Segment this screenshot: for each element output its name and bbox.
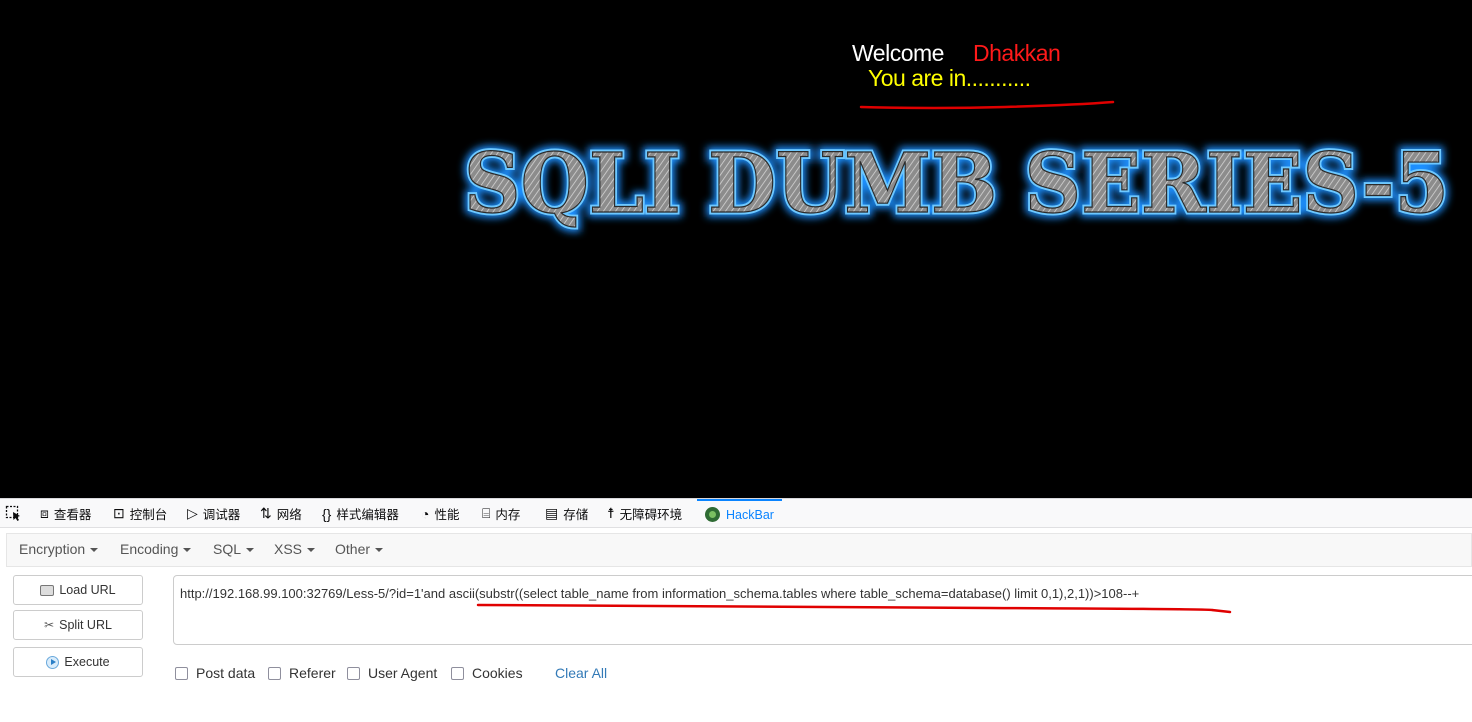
performance-icon: ◔ bbox=[421, 505, 430, 522]
tab-hackbar[interactable]: HackBar bbox=[697, 499, 782, 528]
accessibility-icon: ☨ bbox=[607, 505, 615, 521]
clear-all-link[interactable]: Clear All bbox=[555, 665, 607, 681]
menu-encryption[interactable]: Encryption bbox=[19, 541, 99, 557]
network-icon: ⇅ bbox=[260, 505, 272, 521]
checkbox-box[interactable] bbox=[451, 666, 464, 680]
page-title-text: SQLI DUMB SERIES-5 bbox=[464, 136, 1449, 232]
page-title-banner: SQLI DUMB SERIES-5 SQLI DUMB SERIES-5 SQ… bbox=[459, 131, 1454, 237]
debugger-icon: ▷ bbox=[187, 505, 198, 521]
inspector-icon: ⧈ bbox=[40, 505, 49, 521]
console-icon: ⊡ bbox=[113, 505, 125, 521]
post-data-checkbox[interactable]: Post data bbox=[175, 665, 255, 681]
load-url-icon bbox=[40, 584, 55, 596]
menu-xss[interactable]: XSS bbox=[274, 541, 316, 557]
red-underline-annotation bbox=[859, 100, 1115, 110]
split-url-button[interactable]: ✂ Split URL bbox=[13, 610, 143, 640]
devtools-panel: ⧈ 查看器 ⊡ 控制台 ▷ 调试器 ⇅ 网络 {} 样式编辑器 ◔ 性能 ⌸ 内存 ▤ 存储 ☨… bbox=[0, 498, 1472, 722]
welcome-text: Welcome bbox=[852, 40, 944, 66]
load-url-button[interactable]: Load URL bbox=[13, 575, 143, 605]
tab-debugger[interactable]: ▷ 调试器 bbox=[187, 499, 240, 528]
checkbox-box[interactable] bbox=[268, 666, 281, 680]
tab-style-editor[interactable]: {} 样式编辑器 bbox=[322, 499, 399, 528]
scissors-icon: ✂ bbox=[44, 618, 55, 632]
caret-down-icon bbox=[375, 548, 384, 553]
login-status-text: You are in........... bbox=[868, 65, 1031, 91]
tab-inspector[interactable]: ⧈ 查看器 bbox=[40, 499, 91, 528]
hackbar-menu-bar: Encryption Encoding SQL XSS Other bbox=[6, 533, 1472, 567]
menu-encoding[interactable]: Encoding bbox=[120, 541, 192, 557]
checkbox-box[interactable] bbox=[347, 666, 360, 680]
devtools-tab-bar: ⧈ 查看器 ⊡ 控制台 ▷ 调试器 ⇅ 网络 {} 样式编辑器 ◔ 性能 ⌸ 内存 ▤ 存储 ☨… bbox=[0, 498, 1472, 528]
caret-down-icon bbox=[307, 548, 316, 553]
user-agent-checkbox[interactable]: User Agent bbox=[347, 665, 437, 681]
tab-accessibility[interactable]: ☨ 无障碍环境 bbox=[607, 499, 682, 528]
tab-performance[interactable]: ◔ 性能 bbox=[421, 499, 459, 528]
referer-checkbox[interactable]: Referer bbox=[268, 665, 336, 681]
login-name: Dhakkan bbox=[973, 40, 1061, 66]
tab-memory[interactable]: ⌸ 内存 bbox=[482, 499, 520, 528]
web-page-content: Welcome Dhakkan You are in........... SQ… bbox=[0, 0, 1472, 498]
tab-console[interactable]: ⊡ 控制台 bbox=[113, 499, 167, 528]
storage-icon: ▤ bbox=[545, 505, 559, 521]
menu-other[interactable]: Other bbox=[335, 541, 384, 557]
memory-icon: ⌸ bbox=[482, 505, 491, 521]
hackbar-icon bbox=[705, 507, 720, 522]
play-icon bbox=[46, 655, 60, 669]
execute-button[interactable]: Execute bbox=[13, 647, 143, 677]
element-picker-button[interactable] bbox=[5, 499, 22, 528]
url-textarea[interactable]: http://192.168.99.100:32769/Less-5/?id=1… bbox=[173, 575, 1472, 645]
caret-down-icon bbox=[246, 548, 255, 553]
style-editor-icon: {} bbox=[322, 505, 332, 522]
cookies-checkbox[interactable]: Cookies bbox=[451, 665, 523, 681]
tab-storage[interactable]: ▤ 存储 bbox=[545, 499, 588, 528]
picker-icon bbox=[5, 505, 20, 521]
menu-sql[interactable]: SQL bbox=[213, 541, 255, 557]
tab-network[interactable]: ⇅ 网络 bbox=[260, 499, 302, 528]
caret-down-icon bbox=[90, 548, 99, 553]
checkbox-box[interactable] bbox=[175, 666, 188, 680]
caret-down-icon bbox=[183, 548, 192, 553]
